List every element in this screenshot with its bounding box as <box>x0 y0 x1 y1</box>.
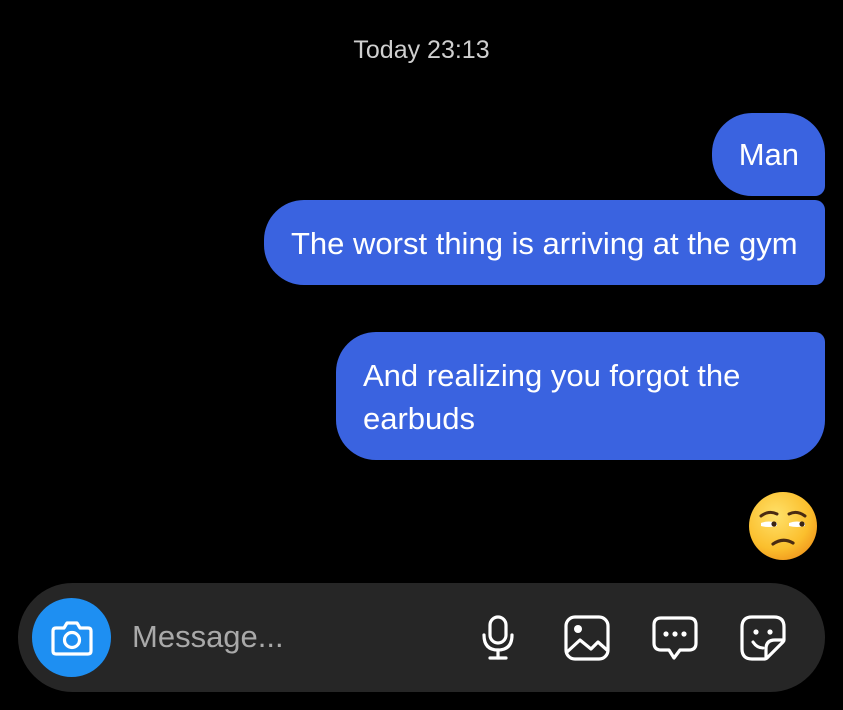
sticker-button[interactable] <box>737 612 789 664</box>
message-bubble[interactable]: And realizing you forgot the earbuds <box>336 332 825 460</box>
microphone-button[interactable] <box>472 612 524 664</box>
camera-button[interactable] <box>32 598 111 677</box>
message-timestamp: Today 23:13 <box>353 36 490 64</box>
chat-screen: Today 23:13 Man The worst thing is arriv… <box>0 0 843 710</box>
message-bubble[interactable]: Man <box>711 113 825 196</box>
unamused-face-icon <box>749 492 817 560</box>
message-bubble[interactable]: The worst thing is arriving at the gym <box>264 200 825 285</box>
unamused-face-icon[interactable] <box>747 490 819 562</box>
camera-icon <box>50 620 93 656</box>
message-input[interactable] <box>132 615 452 659</box>
gallery-icon <box>564 615 610 661</box>
sticker-icon <box>740 615 786 661</box>
chat-button[interactable] <box>649 612 701 664</box>
microphone-icon <box>482 615 514 660</box>
chat-bubble-icon <box>652 616 698 660</box>
message-composer <box>18 583 825 692</box>
gallery-button[interactable] <box>561 612 613 664</box>
